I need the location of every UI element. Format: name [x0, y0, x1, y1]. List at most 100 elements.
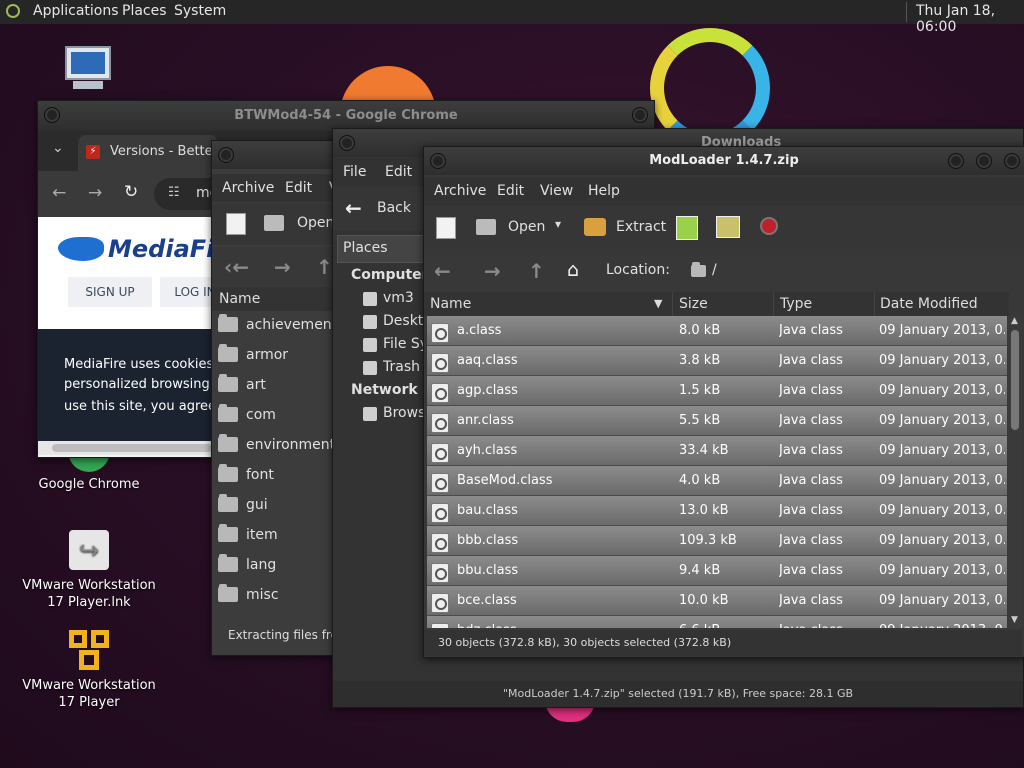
places-item-trash[interactable]: Trash [383, 359, 420, 375]
menu-file[interactable]: File [343, 164, 366, 180]
java-class-file-icon [431, 503, 449, 523]
add-files-icon[interactable] [676, 216, 698, 240]
open-archive-icon[interactable] [264, 215, 284, 231]
home-icon[interactable]: ⌂ [567, 259, 579, 281]
location-bar: ← → ↑ ⌂ Location: / [424, 251, 1024, 291]
archive-titlebar[interactable]: ModLoader 1.4.7.zip [424, 147, 1024, 175]
folder-row[interactable]: art [214, 371, 329, 401]
file-name: agp.class [457, 383, 518, 398]
folder-row[interactable]: environment [214, 431, 335, 461]
table-row[interactable]: BaseMod.class 4.0 kB Java class 09 January … [427, 466, 1007, 496]
file-list: a.class 8.0 kB Java class 09 January 2013, … [424, 316, 1010, 628]
java-class-file-icon [431, 353, 449, 373]
desktop-icon-computer[interactable] [60, 46, 116, 89]
clock[interactable]: Thu Jan 18, 06:00 [916, 3, 1024, 35]
menu-edit[interactable]: Edit [497, 183, 524, 199]
folder-icon [691, 262, 706, 277]
places-item-vm3[interactable]: vm3 [383, 290, 414, 306]
forward-arrow-icon[interactable]: → [274, 255, 291, 279]
folder-row[interactable]: com [214, 401, 329, 431]
open-label[interactable]: Open [297, 215, 334, 231]
scrollbar-thumb[interactable] [1011, 330, 1019, 430]
scroll-up-icon[interactable]: ▲ [1011, 316, 1018, 326]
places-item-filesystem[interactable]: File Sy [383, 336, 428, 352]
extract-icon[interactable] [584, 218, 606, 236]
table-row[interactable]: bbu.class 9.4 kB Java class 09 January 2013… [427, 556, 1007, 586]
add-folder-icon[interactable] [716, 216, 740, 238]
vertical-scrollbar[interactable]: ▲ ▼ [1008, 316, 1022, 628]
folder-row[interactable]: font [214, 461, 329, 491]
folder-name: lang [246, 557, 277, 573]
up-arrow-icon[interactable]: ↑ [528, 259, 545, 283]
folder-row[interactable]: achievement [214, 311, 337, 341]
menu-edit[interactable]: Edit [385, 164, 412, 180]
menu-view[interactable]: View [540, 183, 573, 199]
table-row[interactable]: aaq.class 3.8 kB Java class 09 January 2013… [427, 346, 1007, 376]
table-row[interactable]: bdz.class 6.6 kB Java class 09 January 2013… [427, 616, 1007, 628]
scroll-down-icon[interactable]: ▼ [1011, 615, 1018, 625]
window-menu-button[interactable] [218, 147, 234, 163]
open-icon[interactable] [476, 219, 496, 235]
table-row[interactable]: a.class 8.0 kB Java class 09 January 2013, … [427, 316, 1007, 346]
column-header-size[interactable]: Size [673, 292, 774, 316]
up-arrow-icon[interactable]: ↑ [316, 255, 333, 279]
table-row[interactable]: agp.class 1.5 kB Java class 09 January 2013… [427, 376, 1007, 406]
table-row[interactable]: anr.class 5.5 kB Java class 09 January 2013… [427, 406, 1007, 436]
stop-icon[interactable] [760, 217, 778, 235]
back-arrow-icon[interactable]: ‹← [224, 255, 249, 279]
table-row[interactable]: ayh.class 33.4 kB Java class 09 January 201… [427, 436, 1007, 466]
system-menu[interactable]: System [174, 3, 226, 19]
folder-row[interactable]: misc [214, 581, 329, 611]
window-menu-button[interactable] [339, 135, 355, 151]
extract-button[interactable]: Extract [616, 219, 666, 235]
window-menu-button[interactable] [44, 107, 60, 123]
folder-name: com [246, 407, 276, 423]
desktop-icon-vmware-lnk[interactable]: ↪ VMware Workstation 17 Player.lnk [20, 530, 158, 611]
folder-row[interactable]: armor [214, 341, 329, 371]
menu-archive[interactable]: Archive [434, 183, 486, 199]
folder-row[interactable]: gui [214, 491, 329, 521]
minimize-button[interactable] [948, 153, 964, 169]
back-label[interactable]: Back [377, 200, 411, 216]
back-icon[interactable]: ← [345, 196, 362, 220]
folder-row[interactable]: item [214, 521, 329, 551]
folder-row[interactable]: lang [214, 551, 329, 581]
forward-icon[interactable]: → [88, 183, 102, 203]
chrome-titlebar[interactable]: BTWMod4-54 - Google Chrome [38, 101, 654, 131]
column-header-name[interactable]: Name ▼ [424, 292, 673, 316]
column-header-type[interactable]: Type [774, 292, 875, 316]
menu-help[interactable]: Help [588, 183, 620, 199]
table-row[interactable]: bau.class 13.0 kB Java class 09 January 201… [427, 496, 1007, 526]
reload-icon[interactable]: ↻ [124, 182, 138, 202]
tab-search-chevron-icon[interactable]: ⌄ [52, 140, 64, 156]
file-date: 09 January 2013, 0... [879, 533, 1005, 548]
places-menu[interactable]: Places [122, 3, 167, 19]
column-header-date-modified[interactable]: Date Modified [875, 292, 1009, 316]
applications-menu[interactable]: Applications [33, 3, 119, 19]
maximize-button[interactable] [976, 153, 992, 169]
desktop-icon-vmware[interactable]: VMware Workstation 17 Player [20, 626, 158, 711]
file-size: 6.6 kB [679, 623, 720, 628]
new-archive-icon[interactable] [436, 217, 456, 239]
forward-arrow-icon[interactable]: → [484, 259, 501, 283]
location-path[interactable]: / [712, 262, 717, 278]
menu-archive[interactable]: Archive [222, 180, 274, 196]
signup-button[interactable]: SIGN UP [68, 277, 152, 307]
menu-edit[interactable]: Edit [285, 180, 312, 196]
tab-versions[interactable]: ⚡ Versions - Better [78, 135, 218, 171]
distro-logo-icon[interactable] [6, 4, 20, 18]
table-row[interactable]: bce.class 10.0 kB Java class 09 January 201… [427, 586, 1007, 616]
close-button[interactable] [1004, 153, 1020, 169]
file-name: bau.class [457, 503, 518, 518]
site-info-icon[interactable]: ☷ [168, 185, 180, 200]
open-button[interactable]: Open [508, 219, 545, 235]
back-arrow-icon[interactable]: ← [434, 259, 451, 283]
new-archive-icon[interactable] [226, 213, 246, 235]
file-date: 09 January 2013, 0... [879, 383, 1005, 398]
window-menu-button[interactable] [430, 153, 446, 169]
open-dropdown-icon[interactable]: ▾ [555, 217, 561, 231]
close-button[interactable] [632, 107, 648, 123]
back-icon[interactable]: ← [52, 183, 66, 203]
table-row[interactable]: bbb.class 109.3 kB Java class 09 January 20… [427, 526, 1007, 556]
places-header[interactable]: Places [337, 235, 429, 263]
